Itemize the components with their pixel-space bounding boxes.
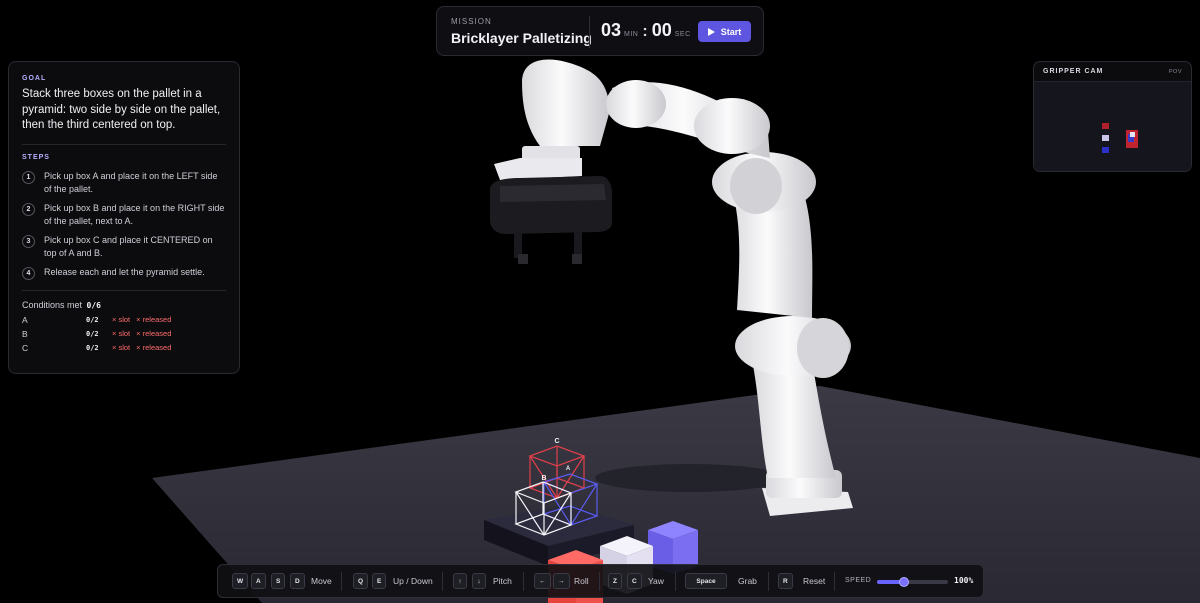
speed-slider[interactable]	[877, 577, 948, 587]
timer-colon: :	[642, 23, 648, 40]
pitch-label: Pitch	[493, 576, 512, 586]
target-label-c: C	[554, 438, 559, 445]
key-d[interactable]: D	[290, 573, 305, 589]
key-e[interactable]: E	[372, 573, 387, 589]
gripper-cam-tag: POV	[1168, 68, 1182, 75]
step-number: 2	[22, 202, 35, 216]
controls-divider	[834, 572, 835, 591]
timer-minutes: 03	[601, 20, 622, 40]
key-arrow-left[interactable]: ←	[534, 573, 551, 589]
step-item: 2 Pick up box B and place it on the RIGH…	[22, 202, 226, 228]
conditions-label: Conditions met	[22, 299, 83, 310]
countdown-timer: 03 MIN : 00 SEC	[601, 20, 695, 41]
key-arrow-right[interactable]: →	[553, 573, 570, 589]
target-label-b: B	[541, 475, 546, 482]
timer-minutes-unit: MIN	[624, 31, 639, 38]
speed-value: 100%	[954, 576, 974, 585]
key-w[interactable]: W	[232, 573, 249, 589]
condition-box: A	[22, 314, 28, 325]
condition-row-a: A 0/2 × slot × released	[22, 313, 226, 327]
steps-list: 1 Pick up box A and place it on the LEFT…	[22, 170, 226, 280]
condition-released-status: × released	[136, 343, 172, 352]
key-space[interactable]: Space	[685, 573, 727, 589]
step-text: Pick up box B and place it on the RIGHT …	[44, 202, 225, 226]
step-item: 1 Pick up box A and place it on the LEFT…	[22, 170, 226, 196]
controls-divider	[675, 572, 676, 591]
gripper-cam-panel: GRIPPER CAM POV	[1033, 61, 1192, 172]
condition-slot-status: × slot	[112, 329, 131, 338]
yaw-label: Yaw	[648, 576, 664, 586]
condition-value: 0/2	[86, 343, 99, 352]
key-a[interactable]: A	[251, 573, 266, 589]
step-text: Release each and let the pyramid settle.	[44, 266, 205, 277]
robot-shadow	[595, 464, 785, 492]
mission-panel: MISSION Bricklayer Palletizing 03 MIN : …	[436, 6, 764, 56]
speed-slider-thumb[interactable]	[898, 577, 909, 587]
cam-marker-white	[1102, 135, 1109, 141]
grab-label: Grab	[738, 576, 757, 586]
conditions-count: 0/6	[86, 300, 101, 310]
timer-seconds: 00	[651, 20, 672, 40]
target-label-a: A	[566, 466, 571, 472]
step-number: 4	[22, 266, 35, 280]
condition-row-c: C 0/2 × slot × released	[22, 341, 226, 355]
gripper-cam-view	[1034, 82, 1191, 171]
condition-released-status: × released	[136, 329, 172, 338]
key-s[interactable]: S	[271, 573, 286, 589]
start-button[interactable]: Start	[698, 21, 751, 42]
move-label: Move	[311, 576, 332, 586]
goal-divider	[22, 143, 226, 145]
cam-marker-red	[1102, 123, 1109, 129]
speed-label: SPEED	[845, 577, 872, 584]
conditions-title: Conditions met 0/6	[22, 300, 226, 310]
gripper-cam-title: GRIPPER CAM	[1043, 68, 1104, 75]
start-button-label: Start	[720, 26, 742, 37]
timer-seconds-unit: SEC	[674, 31, 691, 38]
condition-slot-status: × slot	[112, 343, 131, 352]
key-arrow-down[interactable]: ↓	[472, 573, 486, 589]
goal-description: Stack three boxes on the pallet in a pyr…	[22, 88, 221, 131]
condition-box: B	[22, 328, 28, 339]
gripper	[490, 176, 612, 264]
condition-row-b: B 0/2 × slot × released	[22, 327, 226, 341]
condition-slot-status: × slot	[112, 315, 131, 324]
step-item: 3 Pick up box C and place it CENTERED on…	[22, 234, 226, 260]
condition-value: 0/2	[86, 315, 99, 324]
mission-divider	[589, 16, 590, 48]
step-text: Pick up box C and place it CENTERED on t…	[44, 234, 213, 258]
cam-marker-blue	[1102, 147, 1109, 153]
condition-released-status: × released	[136, 315, 172, 324]
conditions-divider	[22, 289, 226, 291]
key-z[interactable]: Z	[608, 573, 622, 589]
controls-divider	[442, 572, 443, 591]
controls-divider	[599, 572, 600, 591]
goal-panel: GOAL Stack three boxes on the pallet in …	[8, 61, 240, 374]
controls-divider	[341, 572, 342, 591]
condition-box: C	[22, 342, 29, 353]
roll-label: Roll	[574, 576, 589, 586]
conditions-list: A 0/2 × slot × released B 0/2 × slot × r…	[22, 313, 226, 355]
play-icon	[707, 27, 715, 36]
step-number: 1	[22, 170, 35, 184]
goal-label: GOAL	[22, 75, 47, 82]
key-r[interactable]: R	[778, 573, 793, 589]
key-q[interactable]: Q	[353, 573, 369, 589]
updown-label: Up / Down	[393, 576, 433, 586]
controls-divider	[768, 572, 769, 591]
gripper-cam-header: GRIPPER CAM POV	[1034, 62, 1191, 82]
condition-value: 0/2	[86, 329, 99, 338]
reset-label: Reset	[803, 576, 826, 586]
key-arrow-up[interactable]: ↑	[453, 573, 467, 589]
key-c[interactable]: C	[627, 573, 642, 589]
step-item: 4 Release each and let the pyramid settl…	[22, 266, 226, 280]
steps-label: STEPS	[22, 153, 50, 161]
mission-label: MISSION	[451, 17, 492, 26]
step-number: 3	[22, 234, 35, 248]
controls-divider	[523, 572, 524, 591]
step-text: Pick up box A and place it on the LEFT s…	[44, 170, 218, 194]
controls-bar: W A S D Move Q E Up / Down ↑ ↓ Pitch ← →…	[217, 564, 984, 598]
mission-title: Bricklayer Palletizing	[451, 30, 592, 46]
